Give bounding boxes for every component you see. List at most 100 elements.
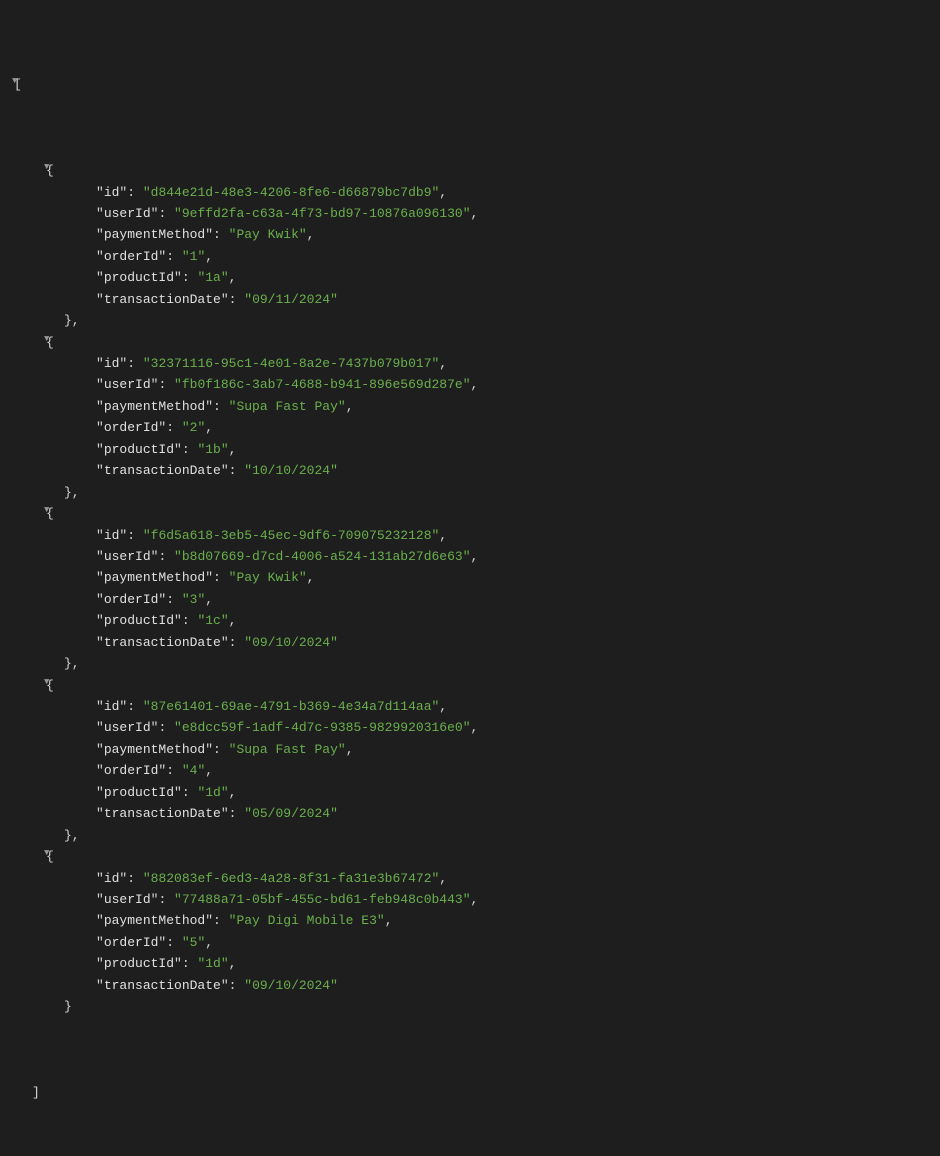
colon: :	[166, 935, 182, 950]
array-open: [	[14, 77, 22, 92]
json-value: "Pay Digi Mobile E3"	[229, 913, 385, 928]
json-key: productId	[104, 785, 174, 800]
json-value: "87e61401-69ae-4791-b369-4e34a7d114aa"	[143, 699, 439, 714]
property-line: "productId": "1b",	[0, 439, 940, 460]
colon: :	[158, 720, 174, 735]
property-line: "transactionDate": "09/10/2024"	[0, 632, 940, 653]
colon: :	[158, 549, 174, 564]
quote: "	[96, 742, 104, 757]
quote: "	[174, 785, 182, 800]
json-key: productId	[104, 270, 174, 285]
json-value: "5"	[182, 935, 205, 950]
comma: ,	[439, 528, 447, 543]
quote: "	[205, 742, 213, 757]
collapse-toggle-icon[interactable]: ▼	[0, 332, 44, 347]
quote: "	[96, 420, 104, 435]
colon: :	[213, 742, 229, 757]
json-key: id	[104, 871, 120, 886]
property-line: "orderId": "5",	[0, 932, 940, 953]
json-value: "fb0f186c-3ab7-4688-b941-896e569d287e"	[174, 377, 470, 392]
quote: "	[96, 592, 104, 607]
comma: ,	[229, 956, 237, 971]
json-key: transactionDate	[104, 463, 221, 478]
object-close-line: }	[0, 996, 940, 1017]
comma: ,	[471, 206, 479, 221]
colon: :	[127, 528, 143, 543]
comma: ,	[229, 442, 237, 457]
quote: "	[96, 206, 104, 221]
json-value: "Supa Fast Pay"	[229, 742, 346, 757]
quote: "	[96, 956, 104, 971]
comma: ,	[229, 270, 237, 285]
quote: "	[221, 978, 229, 993]
property-line: "id": "d844e21d-48e3-4206-8fe6-d66879bc7…	[0, 182, 940, 203]
json-value: "f6d5a618-3eb5-45ec-9df6-709075232128"	[143, 528, 439, 543]
collapse-toggle-icon[interactable]: ▼	[0, 160, 44, 175]
quote: "	[96, 635, 104, 650]
colon: :	[213, 399, 229, 414]
collapse-toggle-icon[interactable]: ▼	[0, 846, 44, 861]
json-key: productId	[104, 442, 174, 457]
property-line: "orderId": "2",	[0, 417, 940, 438]
colon: :	[182, 270, 198, 285]
colon: :	[229, 806, 245, 821]
colon: :	[182, 785, 198, 800]
collapse-toggle-icon[interactable]: ▼	[0, 503, 44, 518]
colon: :	[213, 913, 229, 928]
property-line: "id": "882083ef-6ed3-4a28-8f31-fa31e3b67…	[0, 868, 940, 889]
comma: ,	[471, 377, 479, 392]
json-key: transactionDate	[104, 806, 221, 821]
object-open: {	[46, 506, 54, 521]
comma: ,	[439, 356, 447, 371]
object-close-line: },	[0, 482, 940, 503]
comma: ,	[307, 570, 315, 585]
comma: ,	[385, 913, 393, 928]
json-value: "1d"	[197, 785, 228, 800]
colon: :	[213, 570, 229, 585]
comma: ,	[346, 742, 354, 757]
property-line: "transactionDate": "05/09/2024"	[0, 803, 940, 824]
comma: ,	[439, 871, 447, 886]
quote: "	[174, 442, 182, 457]
json-key: transactionDate	[104, 292, 221, 307]
property-line: "userId": "9effd2fa-c63a-4f73-bd97-10876…	[0, 203, 940, 224]
property-line: "userId": "e8dcc59f-1adf-4d7c-9385-98299…	[0, 717, 940, 738]
comma: ,	[471, 720, 479, 735]
colon: :	[213, 227, 229, 242]
comma: ,	[307, 227, 315, 242]
quote: "	[174, 956, 182, 971]
json-key: id	[104, 528, 120, 543]
property-line: "userId": "77488a71-05bf-455c-bd61-feb94…	[0, 889, 940, 910]
colon: :	[127, 356, 143, 371]
property-line: "paymentMethod": "Pay Kwik",	[0, 567, 940, 588]
json-key: paymentMethod	[104, 399, 205, 414]
json-value: "2"	[182, 420, 205, 435]
quote: "	[158, 935, 166, 950]
quote: "	[174, 270, 182, 285]
collapse-toggle-icon[interactable]: ▼	[0, 74, 12, 89]
json-key: orderId	[104, 763, 159, 778]
colon: :	[158, 377, 174, 392]
json-key: productId	[104, 956, 174, 971]
json-value: "9effd2fa-c63a-4f73-bd97-10876a096130"	[174, 206, 470, 221]
property-line: "paymentMethod": "Supa Fast Pay",	[0, 396, 940, 417]
quote: "	[96, 892, 104, 907]
collapse-toggle-icon[interactable]: ▼	[0, 675, 44, 690]
json-key: transactionDate	[104, 635, 221, 650]
colon: :	[166, 249, 182, 264]
json-key: userId	[104, 377, 151, 392]
json-value: "1c"	[197, 613, 228, 628]
quote: "	[96, 785, 104, 800]
property-line: "orderId": "4",	[0, 760, 940, 781]
json-value: "09/10/2024"	[244, 635, 338, 650]
quote: "	[96, 699, 104, 714]
quote: "	[96, 913, 104, 928]
quote: "	[96, 249, 104, 264]
colon: :	[229, 292, 245, 307]
quote: "	[96, 292, 104, 307]
quote: "	[96, 570, 104, 585]
quote: "	[96, 871, 104, 886]
json-value: "09/10/2024"	[244, 978, 338, 993]
colon: :	[229, 978, 245, 993]
object-open-line: ▼{	[0, 846, 940, 867]
